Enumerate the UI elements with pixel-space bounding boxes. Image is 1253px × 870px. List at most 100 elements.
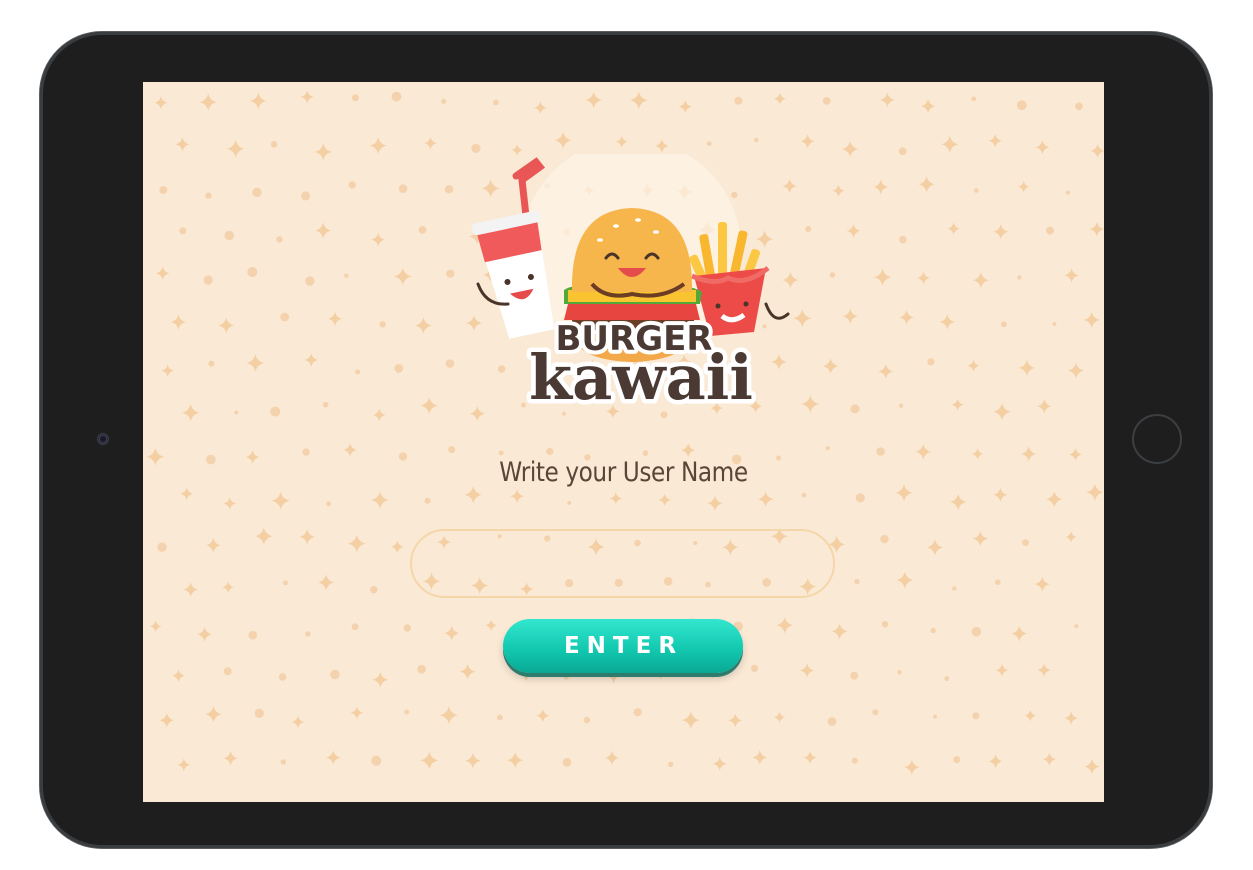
sparkle-icon: [180, 487, 194, 501]
username-input[interactable]: [410, 529, 835, 598]
sparkle-icon: [249, 92, 267, 110]
sparkle-icon: [347, 534, 366, 553]
sparkle-icon: [1035, 140, 1050, 155]
dot-icon: [278, 673, 287, 681]
dot-icon: [223, 667, 232, 676]
dot-icon: [754, 137, 759, 143]
home-button[interactable]: [1132, 414, 1182, 464]
dot-icon: [493, 99, 499, 106]
dot-icon: [850, 404, 860, 414]
dot-icon: [898, 147, 907, 156]
dot-icon: [734, 96, 743, 105]
dot-icon: [668, 761, 674, 768]
dot-icon: [899, 235, 907, 244]
sparkle-icon: [205, 537, 221, 553]
dot-icon: [1074, 624, 1079, 629]
sparkle-icon: [299, 529, 315, 545]
dot-icon: [972, 712, 980, 720]
sparkle-icon: [917, 271, 930, 285]
dot-icon: [394, 364, 404, 373]
sparkle-icon: [918, 176, 935, 193]
sparkle-icon: [904, 759, 920, 775]
dot-icon: [854, 578, 860, 585]
dot-icon: [276, 236, 283, 243]
dot-icon: [974, 188, 979, 193]
dot-icon: [897, 670, 902, 675]
sparkle-icon: [390, 540, 404, 554]
dot-icon: [1075, 102, 1083, 111]
dot-icon: [1016, 100, 1027, 111]
dot-icon: [270, 141, 278, 148]
dot-icon: [1046, 226, 1054, 235]
dot-icon: [944, 676, 950, 682]
dot-icon: [829, 272, 836, 278]
sparkle-icon: [199, 93, 217, 111]
dot-icon: [876, 447, 885, 456]
dot-icon: [441, 98, 447, 104]
sparkle-icon: [161, 364, 174, 377]
sparkle-icon: [988, 134, 1002, 148]
sparkle-icon: [420, 397, 438, 415]
dot-icon: [1065, 190, 1070, 195]
dot-icon: [801, 492, 807, 498]
sparkle-icon: [707, 495, 723, 512]
sparkle-icon: [1034, 576, 1050, 592]
sparkle-icon: [304, 353, 319, 367]
sparkle-icon: [609, 492, 622, 505]
dot-icon: [370, 586, 378, 594]
sparkle-icon: [1018, 359, 1036, 377]
dot-icon: [446, 269, 455, 278]
sparkle-icon: [1017, 180, 1030, 193]
dot-icon: [302, 448, 310, 456]
sparkle-icon: [1064, 711, 1078, 725]
sparkle-icon: [1084, 758, 1100, 775]
sparkle-icon: [951, 398, 964, 411]
dot-icon: [498, 450, 504, 456]
sparkle-icon: [1065, 531, 1077, 543]
dot-icon: [825, 446, 830, 451]
sparkle-icon: [271, 491, 290, 510]
dot-icon: [930, 627, 936, 634]
sparkle-icon: [459, 663, 476, 680]
sparkle-icon: [175, 137, 190, 152]
dot-icon: [203, 275, 213, 285]
sparkle-icon: [371, 491, 389, 509]
sparkle-icon: [369, 137, 387, 154]
dot-icon: [344, 273, 349, 278]
sparkle-icon: [464, 486, 482, 504]
sparkle-icon: [254, 527, 273, 546]
dot-icon: [301, 191, 311, 201]
sparkle-icon: [655, 139, 669, 153]
sparkle-icon: [146, 447, 165, 466]
dot-icon: [330, 669, 340, 680]
sparkle-icon: [218, 317, 235, 334]
sparkle-icon: [1037, 399, 1052, 414]
dot-icon: [562, 757, 572, 767]
sparkle-icon: [465, 752, 481, 769]
dot-icon: [391, 91, 402, 102]
dot-icon: [497, 714, 503, 721]
sparkle-icon: [1011, 625, 1028, 642]
enter-button[interactable]: ENTER: [503, 619, 743, 673]
sparkle-icon: [415, 317, 432, 334]
sparkle-icon: [393, 267, 412, 286]
sparkle-icon: [1024, 709, 1037, 722]
sparkle-icon: [326, 750, 341, 765]
sparkle-icon: [752, 750, 768, 765]
dot-icon: [445, 359, 455, 368]
sparkle-icon: [1083, 311, 1101, 329]
dot-icon: [280, 312, 290, 322]
sparkle-icon: [972, 272, 990, 289]
sparkle-icon: [995, 663, 1009, 677]
camera-icon: [97, 433, 109, 445]
sparkle-icon: [873, 268, 892, 286]
sparkle-icon: [728, 713, 742, 728]
sparkle-icon: [972, 530, 989, 547]
sparkle-icon: [533, 101, 547, 115]
sparkle-icon: [878, 364, 894, 379]
dot-icon: [247, 267, 258, 277]
sparkle-icon: [372, 671, 389, 688]
sparkle-icon: [822, 358, 839, 374]
dot-icon: [234, 410, 239, 415]
dot-icon: [351, 623, 359, 631]
